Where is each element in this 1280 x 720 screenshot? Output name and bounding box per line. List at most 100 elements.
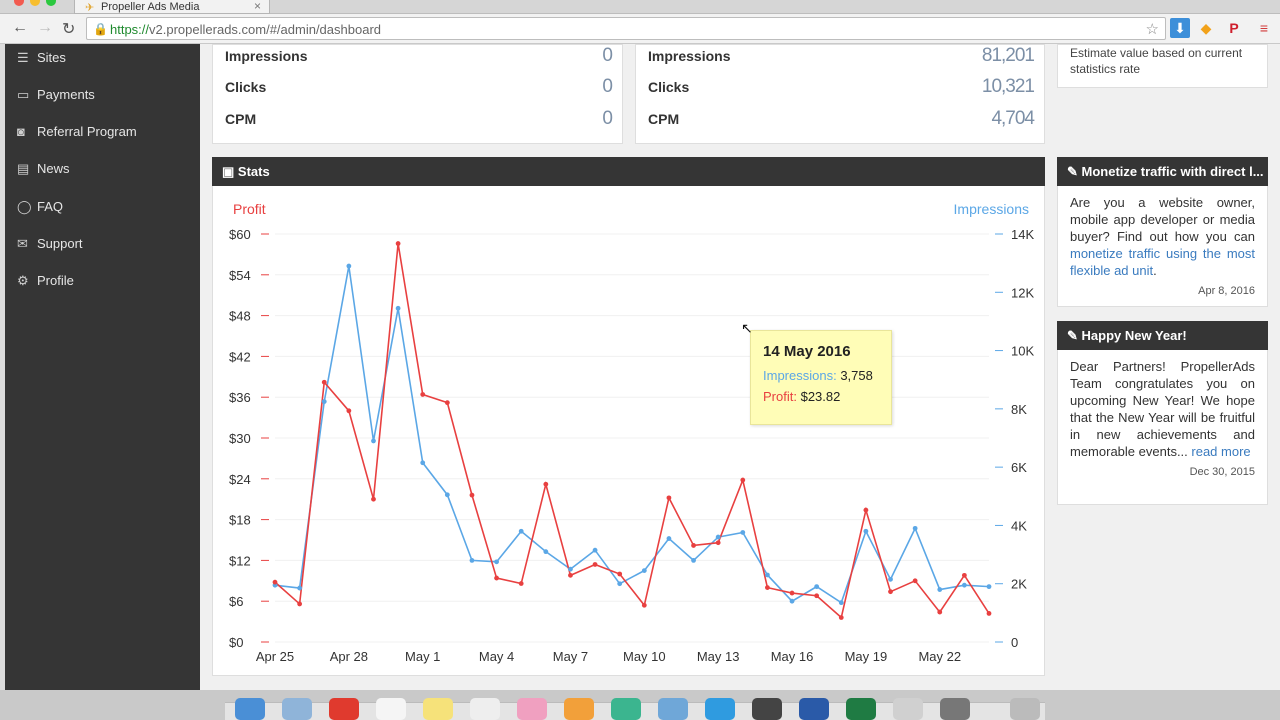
profit-point [272,579,278,585]
news-link[interactable]: read more [1191,444,1250,459]
impressions-label: Impressions [225,48,308,64]
sidebar-item-label: Referral Program [37,124,137,139]
bookmark-star-icon[interactable]: ☆ [1146,20,1159,38]
app-store-icon[interactable] [705,698,735,720]
tooltip-impressions-label: Impressions: [763,368,837,383]
news-text: Are you a website owner, mobile app deve… [1070,195,1255,244]
news-title: Happy New Year! [1081,328,1187,343]
safari-icon[interactable] [282,698,312,720]
mail-icon[interactable] [893,698,923,720]
x-tick-label: May 13 [697,649,740,664]
impressions-row: Impressions 0 [225,45,613,68]
reminders-icon[interactable] [470,698,500,720]
preview-icon[interactable] [658,698,688,720]
pinterest-icon[interactable]: P [1224,18,1244,38]
stats-panel: $60 $54 $48 $42 $36 $30 $24 $18 $12 $6 $0 14K 12K 10K… [212,186,1045,676]
tab-close-icon[interactable]: × [254,0,261,13]
profit-point [469,492,475,498]
cpm-row: CPM 4,704 [648,108,1035,131]
zoom-window-button[interactable] [46,0,56,6]
download-extension-icon[interactable]: ⬇ [1170,18,1190,38]
sidebar-item-news[interactable]: ▤ News [17,161,70,177]
envelope-icon: ✉ [17,236,28,251]
impressions-point [592,547,598,553]
stats-title: Stats [237,164,270,179]
right-tick-label: 0 [1011,635,1018,650]
reload-icon[interactable]: ↻ [62,19,75,39]
gears-icon: ⚙ [17,273,29,288]
clicks-row: Clicks 0 [225,76,613,99]
profit-point [691,543,696,548]
impressions-point [691,558,696,563]
impressions-point [740,530,746,535]
edit-icon: ✎ [1067,328,1082,343]
trash-icon[interactable] [1010,698,1040,720]
impressions-point [765,572,770,578]
profit-point [814,593,820,599]
excel-icon[interactable] [846,698,876,720]
news-widget-header: ✎ Happy New Year! [1057,321,1268,350]
right-tick-label: 2K [1011,577,1027,592]
close-window-button[interactable] [14,0,24,6]
forward-arrow-icon[interactable]: → [37,19,53,37]
sidebar-item-faq[interactable]: ◯ FAQ [17,199,63,215]
system-preferences-icon[interactable] [940,698,970,720]
impressions-value: 81,201 [981,45,1035,66]
cpm-value: 0 [602,108,613,129]
stats-chart: $60 $54 $48 $42 $36 $30 $24 $18 $12 $6 $0 14K 12K 10K… [229,201,1034,664]
time-machine-icon[interactable] [752,698,782,720]
tooltip-date: 14 May 2016 [763,343,851,360]
right-tick-label: 14K [1011,227,1034,242]
tag-extension-icon[interactable]: ◆ [1196,18,1216,38]
profit-point [641,602,647,608]
left-tick-label: $48 [229,309,251,324]
impressions-point [371,438,376,444]
clicks-value: 0 [602,76,613,97]
sidebar-item-label: Support [37,236,83,251]
impressions-point [937,587,943,592]
calendar-icon[interactable] [376,698,406,720]
profit-point [863,507,869,513]
numbers-icon[interactable] [611,698,641,720]
left-tick-label: $6 [229,594,243,609]
pages-icon[interactable] [564,698,594,720]
sidebar-item-profile[interactable]: ⚙ Profile [17,273,74,289]
url-scheme: https:// [110,22,150,37]
finder-icon[interactable] [235,698,265,720]
notes-icon[interactable] [423,698,453,720]
browser-tab[interactable]: ✈ Propeller Ads Media × [74,0,270,14]
sidebar-item-support[interactable]: ✉ Support [17,236,83,252]
sidebar-item-payments[interactable]: ▭ Payments [17,87,95,103]
profit-point [888,589,893,595]
profit-point [297,601,303,607]
sidebar-item-label: Payments [37,87,95,102]
news-link[interactable]: monetize traffic using the most flexible… [1070,246,1255,278]
summary-panel-left: Impressions 0 Clicks 0 CPM 0 [212,44,623,144]
left-tick-label: $60 [229,227,251,242]
left-tick-label: $42 [229,349,251,364]
address-bar[interactable]: 🔒 https://v2.propellerads.com/#/admin/das… [86,17,1166,40]
photos-icon[interactable] [517,698,547,720]
back-arrow-icon[interactable]: ← [12,19,28,37]
profit-point [321,379,327,385]
word-icon[interactable] [799,698,829,720]
chrome-dock-icon[interactable] [329,698,359,720]
impressions-point [986,584,992,590]
impressions-point [543,549,549,555]
minimize-window-button[interactable] [30,0,40,6]
impressions-point [469,558,475,563]
sidebar-item-referral-program[interactable]: ◙ Referral Program [17,124,137,139]
impressions-point [888,576,893,582]
impressions-point [641,568,647,573]
sidebar-item-sites[interactable]: ☰ Sites [17,50,66,66]
tooltip-impressions-value: 3,758 [840,368,873,383]
comment-icon: ◯ [17,199,32,214]
url-rest: v2.propellerads.com/#/admin/dashboard [149,22,381,37]
impressions-point [346,263,352,269]
money-icon: ◙ [17,124,25,139]
clicks-label: Clicks [225,79,267,95]
cpm-row: CPM 0 [225,108,613,131]
x-tick-label: May 19 [845,649,888,664]
chrome-menu-icon[interactable]: ≡ [1254,18,1274,38]
profit-point [518,581,524,586]
